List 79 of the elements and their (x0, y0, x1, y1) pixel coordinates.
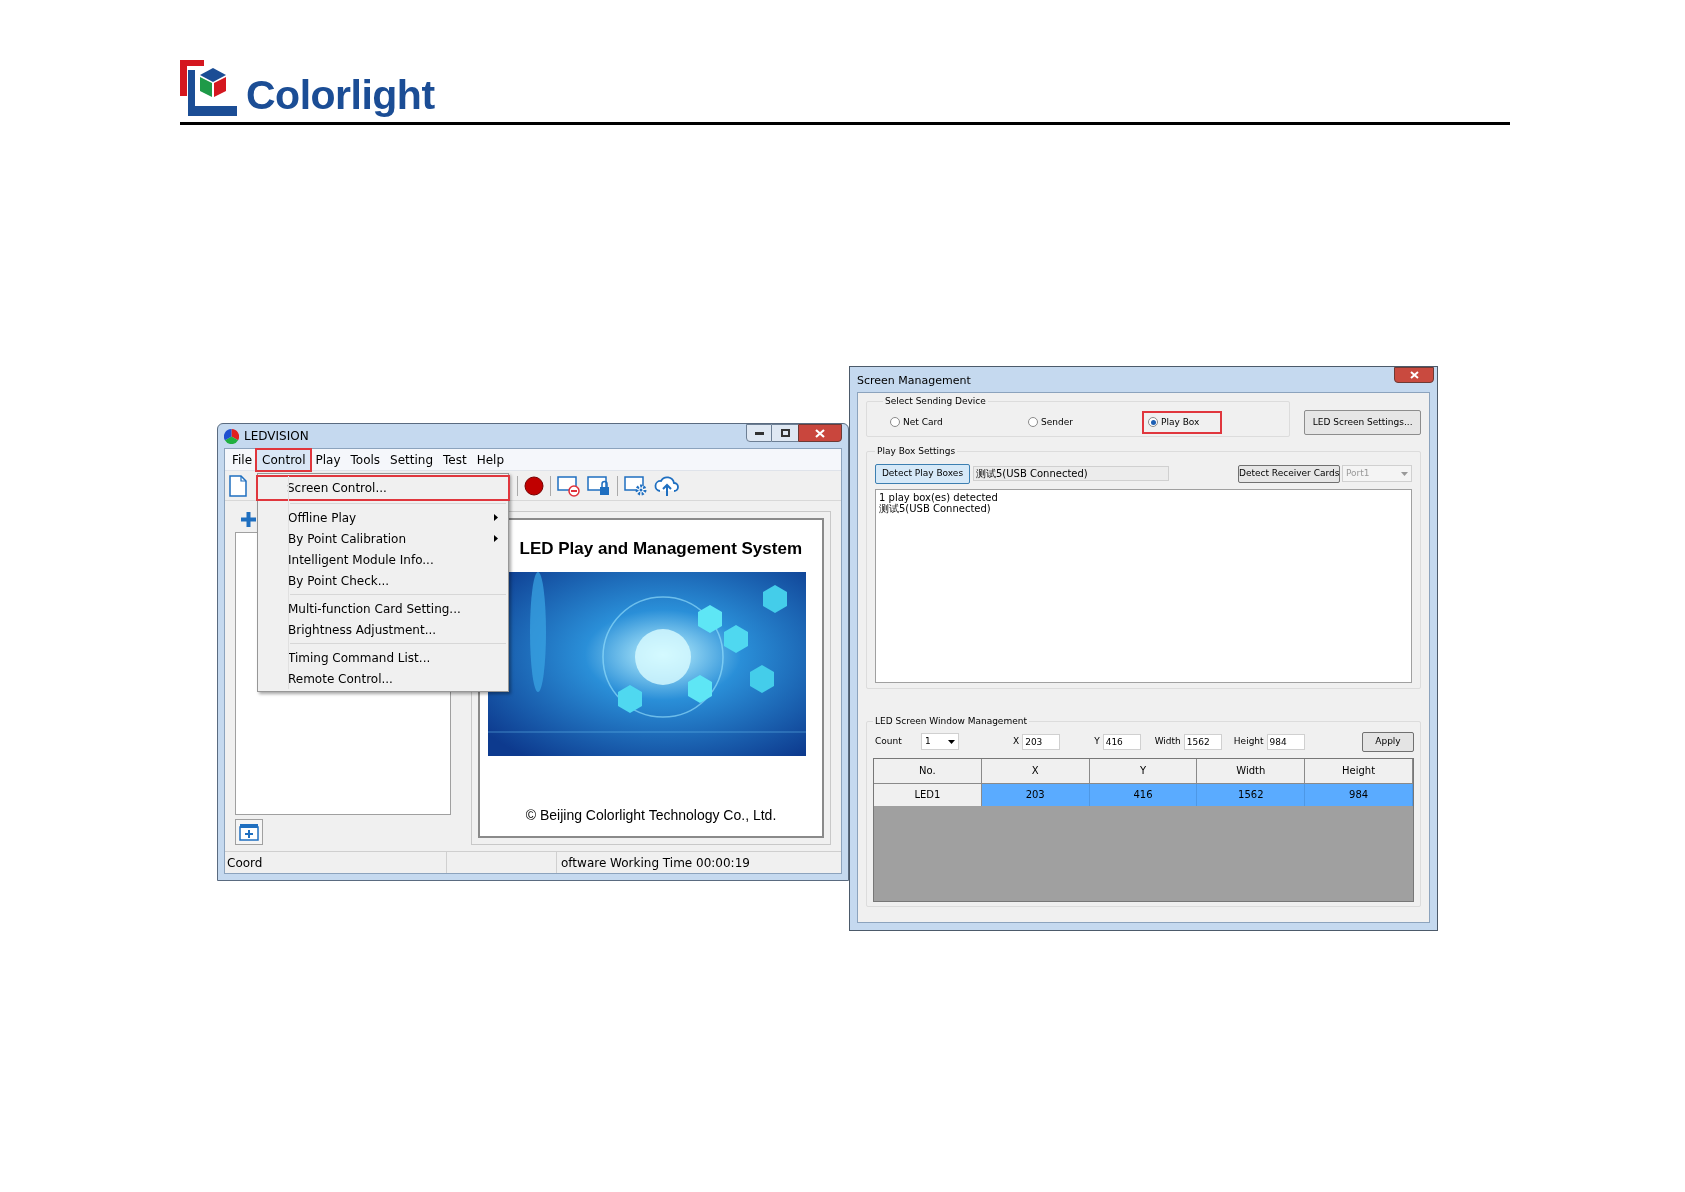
app-icon (224, 428, 239, 444)
window-title: Screen Management (857, 373, 971, 389)
clapboard-plus-icon (239, 823, 259, 841)
status-text: Coord (227, 854, 263, 872)
radio-label: Sender (1041, 415, 1073, 429)
menu-item[interactable]: Screen Control... (257, 476, 509, 500)
monitor-lock-icon[interactable] (587, 474, 611, 497)
settings-button[interactable]: LED Screen Settings... (1304, 410, 1421, 435)
radio-label: Net Card (903, 415, 943, 429)
input-field[interactable]: 203 (1022, 733, 1061, 750)
menu-item[interactable]: Control (257, 449, 311, 470)
menu-item[interactable]: Multi-function Card Setting... (258, 598, 508, 619)
device-field: 测试5(USB Connected) (973, 466, 1169, 481)
radio-label: Play Box (1161, 415, 1200, 429)
menu-item[interactable]: Setting (385, 449, 439, 470)
minimize-icon (754, 431, 764, 435)
status-text: oftware Working Time 00:00:19 (561, 854, 750, 872)
group-label: LED Screen Window Management (874, 715, 1028, 728)
radio-button[interactable] (890, 417, 900, 428)
close-button[interactable] (1394, 367, 1434, 383)
submenu-arrow-icon (494, 535, 498, 542)
record-icon[interactable] (524, 475, 544, 496)
menu-item[interactable]: Play (310, 449, 346, 470)
window-title: LEDVISION (244, 428, 309, 445)
column-header: No. (874, 758, 982, 784)
preview-title: LED Play and Management System (519, 538, 802, 560)
logo-text: Colorlight (246, 73, 435, 117)
menu-item[interactable]: Tools (345, 449, 386, 470)
column-header: Height (1305, 758, 1413, 784)
table-cell: 984 (1305, 783, 1413, 806)
menu-item[interactable]: Intelligent Module Info... (258, 549, 508, 570)
close-button[interactable] (798, 424, 842, 442)
field-label: Count (874, 734, 903, 748)
close-icon (815, 428, 825, 438)
column-header: X (981, 758, 1090, 784)
menu-item[interactable]: Offline Play (258, 507, 508, 528)
menu-item[interactable]: Brightness Adjustment... (258, 619, 508, 640)
menu-item[interactable]: By Point Check... (258, 570, 508, 591)
close-icon (1409, 371, 1419, 379)
table-cell: 1562 (1197, 783, 1306, 806)
dropdown-arrow-icon (948, 739, 955, 744)
menu-item[interactable]: File (227, 449, 258, 470)
radio-button[interactable] (1028, 417, 1038, 428)
maximize-icon (780, 429, 790, 437)
document-icon[interactable] (229, 474, 247, 497)
column-header: Width (1197, 758, 1306, 784)
field-label: Width (1154, 734, 1181, 748)
monitor-minus-icon[interactable] (557, 474, 581, 497)
input-field[interactable]: 1562 (1183, 733, 1222, 750)
input-field[interactable]: 984 (1266, 733, 1305, 750)
radio-button[interactable] (1148, 417, 1158, 428)
plus-icon[interactable] (240, 511, 257, 528)
field-label: X (1013, 734, 1020, 748)
copyright-text: © Beijing Colorlight Technology Co., Ltd. (524, 806, 778, 825)
apply-button[interactable]: Apply (1362, 731, 1414, 752)
menu-item[interactable]: Timing Command List... (258, 647, 508, 668)
count-dropdown[interactable]: 1 (921, 733, 959, 750)
column-header: Y (1089, 758, 1198, 784)
input-field[interactable]: 416 (1102, 733, 1141, 750)
detect-button[interactable]: Detect Play Boxes (875, 463, 970, 484)
cloud-upload-icon[interactable] (654, 474, 680, 497)
add-clip-button[interactable] (235, 819, 263, 845)
field-label: Height (1233, 734, 1264, 748)
menu-item[interactable]: Test (438, 449, 472, 470)
group-label: Play Box Settings (876, 445, 957, 458)
log-line: 测试5(USB Connected) (879, 502, 992, 514)
log-line: 1 play box(es) detected (879, 491, 999, 503)
detect-button[interactable]: Detect Receiver Cards (1238, 464, 1340, 483)
group-label: Select Sending Device (884, 395, 987, 408)
dropdown-arrow-icon (1401, 471, 1408, 476)
field-label: Y (1094, 734, 1100, 748)
menu-item[interactable]: Help (471, 449, 510, 470)
maximize-button[interactable] (772, 424, 798, 442)
minimize-button[interactable] (746, 424, 772, 442)
monitor-gear-icon[interactable] (624, 474, 648, 497)
menu-item[interactable]: Remote Control... (258, 668, 508, 689)
row-header[interactable]: LED1 (874, 783, 982, 806)
submenu-arrow-icon (494, 514, 498, 521)
menu-item[interactable]: By Point Calibration (258, 528, 508, 549)
